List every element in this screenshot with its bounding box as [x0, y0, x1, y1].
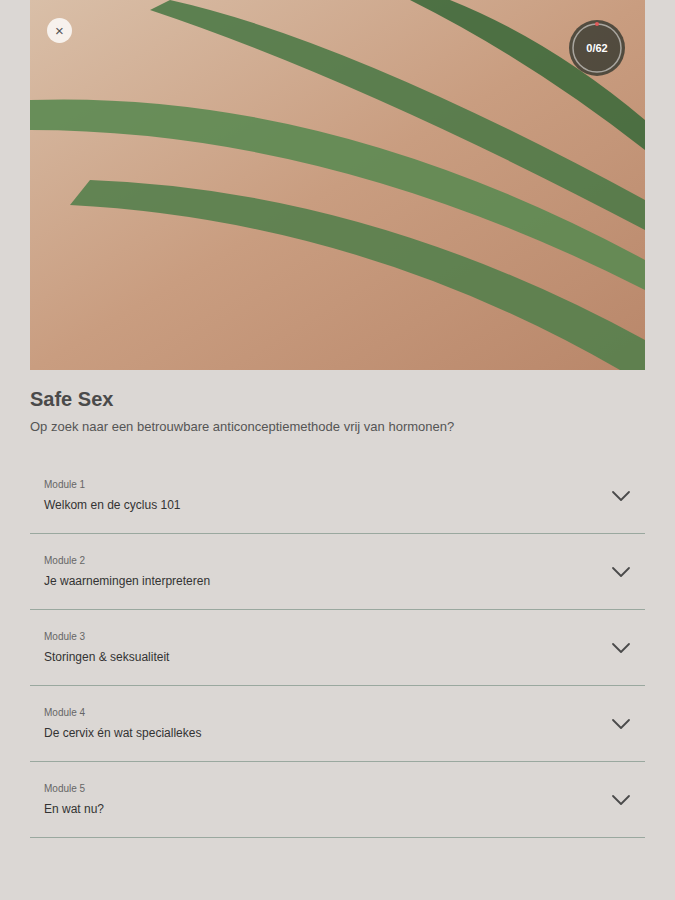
- module-row[interactable]: Module 5 En wat nu?: [30, 762, 645, 838]
- progress-text: 0/62: [586, 40, 607, 57]
- module-row[interactable]: Module 1 Welkom en de cyclus 101: [30, 458, 645, 534]
- chevron-down-icon: [611, 794, 631, 806]
- close-button[interactable]: ×: [47, 18, 72, 43]
- module-title: De cervix én wat speciallekes: [44, 724, 201, 742]
- chevron-down-icon: [611, 490, 631, 502]
- chevron-down-icon: [611, 566, 631, 578]
- module-list: Module 1 Welkom en de cyclus 101 Module 2 J…: [30, 458, 645, 838]
- module-label: Module 2: [44, 553, 210, 568]
- course-subtitle: Op zoek naar een betrouwbare anticoncept…: [30, 418, 645, 436]
- course-title: Safe Sex: [30, 386, 645, 412]
- course-page: × 0/62 Safe Sex Op zoek naar een betrouwbar…: [0, 0, 675, 900]
- module-label: Module 4: [44, 705, 201, 720]
- module-title: Storingen & seksualiteit: [44, 648, 169, 666]
- chevron-down-icon: [611, 718, 631, 730]
- leaves-icon: [30, 0, 645, 370]
- module-label: Module 1: [44, 477, 181, 492]
- module-title: En wat nu?: [44, 800, 104, 818]
- course-photo: × 0/62: [30, 0, 645, 370]
- module-title: Je waarnemingen interpreteren: [44, 572, 210, 590]
- module-row[interactable]: Module 3 Storingen & seksualiteit: [30, 610, 645, 686]
- chevron-down-icon: [611, 642, 631, 654]
- module-label: Module 5: [44, 781, 104, 796]
- module-row[interactable]: Module 2 Je waarnemingen interpreteren: [30, 534, 645, 610]
- module-title: Welkom en de cyclus 101: [44, 496, 181, 514]
- module-row[interactable]: Module 4 De cervix én wat speciallekes: [30, 686, 645, 762]
- module-label: Module 3: [44, 629, 169, 644]
- progress-ring: 0/62: [569, 20, 625, 76]
